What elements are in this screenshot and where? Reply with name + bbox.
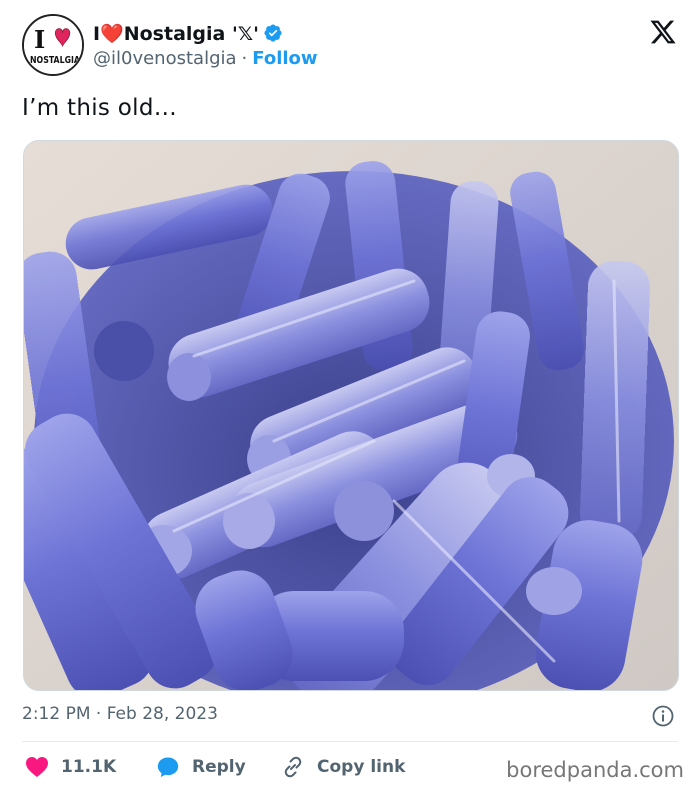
x-logo-icon[interactable] xyxy=(648,18,678,46)
author-name-row[interactable]: I❤️Nostalgia '𝕏' xyxy=(93,20,283,46)
divider xyxy=(22,741,678,742)
like-count: 11.1K xyxy=(61,757,117,777)
copy-link-button[interactable]: Copy link xyxy=(281,754,405,780)
reply-bubble-icon xyxy=(157,757,179,777)
photo-of-blue-ink-cartridges xyxy=(24,141,678,690)
avatar-logo-word: NOSTALGIA xyxy=(30,55,80,66)
author-handle[interactable]: @il0venostalgia xyxy=(93,48,237,69)
tweet-text: I’m this old… xyxy=(22,95,178,121)
avatar-logo-letter: I xyxy=(34,25,45,54)
heart-icon xyxy=(26,757,48,777)
author-display-name[interactable]: I❤️Nostalgia '𝕏' xyxy=(93,22,259,45)
reply-label: Reply xyxy=(192,757,246,777)
author-handle-row: @il0venostalgia · Follow xyxy=(93,48,318,69)
separator-dot: · xyxy=(241,48,248,69)
tweet-media-photo[interactable] xyxy=(23,140,679,691)
verified-badge-icon xyxy=(264,24,282,42)
follow-button[interactable]: Follow xyxy=(252,48,317,69)
reply-button[interactable]: Reply xyxy=(156,754,246,780)
like-button[interactable]: 11.1K xyxy=(25,754,116,780)
tweet-timestamp[interactable]: 2:12 PM · Feb 28, 2023 xyxy=(22,704,218,724)
author-avatar[interactable]: I NOSTALGIA xyxy=(22,14,84,76)
tweet-card: I NOSTALGIA I❤️Nostalgia '𝕏' @il0venosta… xyxy=(0,0,700,793)
link-icon xyxy=(284,756,302,778)
info-icon[interactable] xyxy=(651,704,675,728)
copy-link-label: Copy link xyxy=(317,757,406,777)
boredpanda-watermark: boredpanda.com xyxy=(506,758,684,782)
avatar-logo: I NOSTALGIA xyxy=(24,16,82,74)
